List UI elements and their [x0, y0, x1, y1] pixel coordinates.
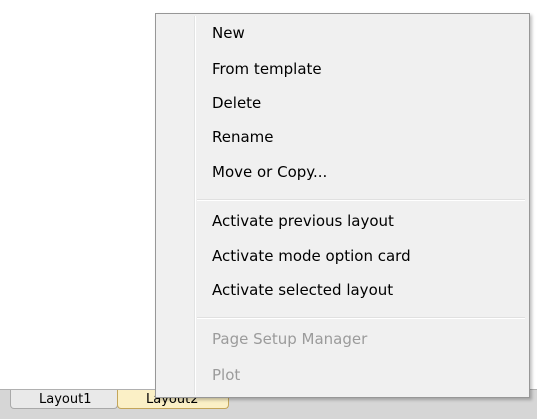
menu-item-activate-mode-option-card[interactable]: Activate mode option card — [158, 244, 527, 269]
menu-item-label: From template — [212, 60, 322, 78]
menu-item-from-template[interactable]: From template — [158, 57, 527, 82]
menu-item-plot: Plot — [158, 363, 527, 388]
menu-item-label: Delete — [212, 94, 262, 112]
menu-item-activate-selected-layout[interactable]: Activate selected layout — [158, 278, 527, 303]
menu-item-label: Activate selected layout — [212, 281, 394, 299]
menu-separator — [197, 199, 525, 201]
menu-item-label: Rename — [212, 128, 274, 146]
menu-item-label: New — [212, 24, 245, 42]
menu-item-label: Activate previous layout — [212, 212, 394, 230]
menu-item-activate-previous-layout[interactable]: Activate previous layout — [158, 209, 527, 234]
menu-item-label: Activate mode option card — [212, 247, 411, 265]
tab-layout1-label: Layout1 — [39, 392, 92, 407]
menu-item-label: Plot — [212, 366, 241, 384]
menu-item-delete[interactable]: Delete — [158, 91, 527, 116]
menu-item-label: Move or Copy... — [212, 163, 328, 181]
menu-item-move-or-copy[interactable]: Move or Copy... — [158, 160, 527, 185]
tab-layout1[interactable]: Layout1 — [10, 390, 118, 409]
menu-item-new[interactable]: New — [158, 21, 527, 46]
layout-context-menu: New From template Delete Rename Move or … — [155, 13, 530, 398]
menu-item-label: Page Setup Manager — [212, 330, 368, 348]
menu-separator — [197, 317, 525, 319]
menu-item-rename[interactable]: Rename — [158, 125, 527, 150]
menu-item-page-setup-manager: Page Setup Manager — [158, 327, 527, 352]
